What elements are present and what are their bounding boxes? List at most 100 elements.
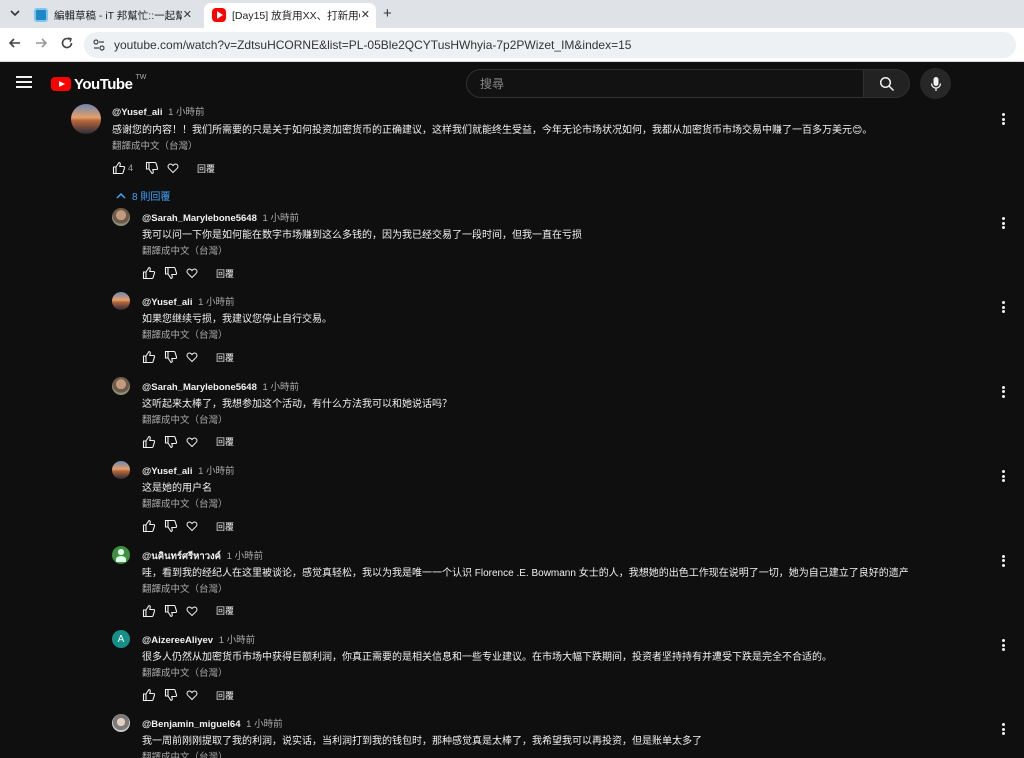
comment-header: @Benjamin_miguel64 1 小時前 — [142, 716, 283, 730]
dislike-button[interactable] — [164, 434, 178, 450]
reply-button[interactable]: 回覆 — [216, 267, 234, 280]
comment-author[interactable]: @นคินทร์ศรีหาวงค์ — [142, 551, 221, 562]
avatar[interactable] — [112, 714, 130, 733]
dislike-button[interactable] — [164, 603, 178, 619]
heart-button[interactable] — [186, 518, 198, 534]
more-actions-icon[interactable] — [998, 638, 1008, 652]
avatar[interactable] — [112, 461, 130, 480]
heart-icon — [186, 606, 198, 616]
site-info-icon[interactable] — [92, 38, 106, 52]
heart-button[interactable] — [186, 434, 198, 450]
translate-link[interactable]: 翻譯成中文（台灣） — [112, 138, 198, 152]
comment-actions: 回覆 — [142, 603, 234, 619]
like-button[interactable] — [142, 349, 156, 365]
comment-time[interactable]: 1 小時前 — [227, 551, 263, 562]
thumbs-down-icon — [164, 435, 178, 448]
comment-time[interactable]: 1 小時前 — [263, 382, 299, 393]
heart-button[interactable] — [186, 603, 198, 619]
comment-author[interactable]: @Yusef_ali — [142, 297, 192, 308]
comment-time[interactable]: 1 小時前 — [263, 213, 299, 224]
like-button[interactable] — [142, 687, 156, 703]
translate-link[interactable]: 翻譯成中文（台灣） — [142, 412, 228, 426]
translate-link[interactable]: 翻譯成中文（台灣） — [142, 327, 228, 341]
comment-author[interactable]: @Benjamin_miguel64 — [142, 719, 241, 730]
reload-button[interactable] — [58, 36, 76, 53]
heart-icon — [186, 690, 198, 701]
comment-time[interactable]: 1 小時前 — [198, 466, 234, 477]
comment-header: @Yusef_ali 1 小時前 — [112, 104, 205, 118]
close-tab-icon[interactable]: ✕ — [183, 8, 192, 21]
youtube-logo[interactable]: YouTube TW — [51, 74, 146, 93]
avatar[interactable] — [112, 292, 130, 311]
reply-button[interactable]: 回覆 — [216, 604, 234, 617]
comment-author[interactable]: @Sarah_Marylebone5648 — [142, 382, 257, 393]
translate-link[interactable]: 翻譯成中文（台灣） — [142, 496, 228, 510]
translate-link[interactable]: 翻譯成中文（台灣） — [142, 243, 228, 257]
comment-time[interactable]: 1 小時前 — [168, 107, 204, 118]
more-actions-icon[interactable] — [998, 216, 1008, 230]
tab-search-button[interactable] — [6, 4, 24, 22]
close-tab-icon[interactable]: ✕ — [361, 8, 370, 21]
like-button[interactable] — [142, 434, 156, 450]
new-tab-button[interactable]: + — [383, 5, 392, 22]
comment-time[interactable]: 1 小時前 — [198, 297, 234, 308]
avatar[interactable]: A — [112, 630, 130, 648]
more-actions-icon[interactable] — [998, 554, 1008, 568]
translate-link[interactable]: 翻譯成中文（台灣） — [142, 749, 228, 758]
heart-button[interactable] — [186, 265, 198, 281]
comment-author[interactable]: @Yusef_ali — [112, 107, 162, 118]
voice-search-button[interactable] — [920, 68, 951, 99]
menu-icon[interactable] — [16, 76, 32, 88]
more-actions-icon[interactable] — [998, 300, 1008, 314]
heart-button[interactable] — [167, 160, 179, 176]
like-button[interactable] — [142, 603, 156, 619]
comment-author[interactable]: @Yusef_ali — [142, 466, 192, 477]
more-actions-icon[interactable] — [998, 469, 1008, 483]
comment-time[interactable]: 1 小時前 — [246, 719, 282, 730]
comment-time[interactable]: 1 小時前 — [219, 635, 255, 646]
comment-text: 感谢您的内容！！我们所需要的只是关于如何投资加密货币的正确建议，这样我们就能终生… — [112, 125, 873, 136]
heart-button[interactable] — [186, 687, 198, 703]
like-button[interactable]: 4 — [112, 160, 137, 176]
reply-button[interactable]: 回覆 — [216, 351, 234, 364]
browser-tab-ithome[interactable]: 編輯草稿 - iT 邦幫忙::一起幫忙解決難題 ✕ — [26, 3, 198, 28]
reply-button[interactable]: 回覆 — [216, 689, 234, 702]
browser-tab-youtube[interactable]: [Day15] 放貨用XX、打新用OO ✕ — [204, 3, 376, 28]
comment-author[interactable]: @AizereeAliyev — [142, 635, 213, 646]
search-input[interactable] — [467, 70, 863, 97]
dislike-button[interactable] — [164, 687, 178, 703]
omnibox[interactable]: youtube.com/watch?v=ZdtsuHCORNE&list=PL-… — [84, 32, 1016, 58]
heart-icon — [186, 268, 198, 279]
heart-button[interactable] — [186, 349, 198, 365]
like-button[interactable] — [142, 265, 156, 281]
reply-button[interactable]: 回覆 — [216, 520, 234, 533]
translate-link[interactable]: 翻譯成中文（台灣） — [142, 665, 228, 679]
comment-text: 哇，看到我的经纪人在这里被谈论，感觉真轻松，我以为我是唯一一个认识 Floren… — [142, 567, 909, 579]
arrow-right-icon — [36, 38, 48, 48]
browser-address-bar: youtube.com/watch?v=ZdtsuHCORNE&list=PL-… — [0, 28, 1024, 62]
dislike-button[interactable] — [145, 160, 159, 176]
more-actions-icon[interactable] — [998, 385, 1008, 399]
reply-button[interactable]: 回覆 — [197, 162, 215, 175]
dislike-button[interactable] — [164, 518, 178, 534]
thumbs-down-icon — [145, 161, 159, 175]
avatar[interactable] — [112, 545, 130, 564]
dislike-button[interactable] — [164, 349, 178, 365]
more-actions-icon[interactable] — [998, 112, 1008, 126]
avatar[interactable] — [71, 104, 101, 134]
search-button[interactable] — [864, 69, 910, 98]
more-actions-icon[interactable] — [998, 722, 1008, 736]
heart-icon — [186, 437, 198, 448]
dislike-button[interactable] — [164, 265, 178, 281]
thumbs-down-icon — [164, 604, 178, 617]
reply-button[interactable]: 回覆 — [216, 435, 234, 448]
avatar[interactable] — [112, 376, 130, 395]
translate-link[interactable]: 翻譯成中文（台灣） — [142, 581, 228, 595]
like-button[interactable] — [142, 518, 156, 534]
back-button[interactable] — [6, 36, 24, 53]
comment-author[interactable]: @Sarah_Marylebone5648 — [142, 213, 257, 224]
comment-actions: 回覆 — [142, 518, 234, 534]
forward-button[interactable] — [32, 36, 50, 53]
avatar[interactable] — [112, 208, 130, 226]
replies-toggle-button[interactable]: 8 則回覆 — [116, 188, 170, 203]
